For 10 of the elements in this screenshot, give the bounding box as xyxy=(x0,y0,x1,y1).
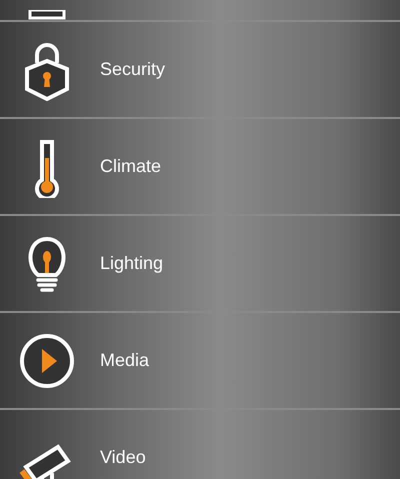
menu-item[interactable]: Security xyxy=(100,56,166,83)
menu-item[interactable]: Video xyxy=(100,444,146,471)
menu-item[interactable]: Lighting xyxy=(100,250,164,277)
menu-item[interactable]: Media xyxy=(100,347,150,374)
camera-icon xyxy=(20,444,71,479)
thermometer-icon xyxy=(35,140,59,198)
menu-item[interactable]: Climate xyxy=(100,153,162,180)
play-icon xyxy=(20,334,74,388)
light-bulb-icon xyxy=(28,236,66,292)
lock-icon xyxy=(25,42,69,100)
